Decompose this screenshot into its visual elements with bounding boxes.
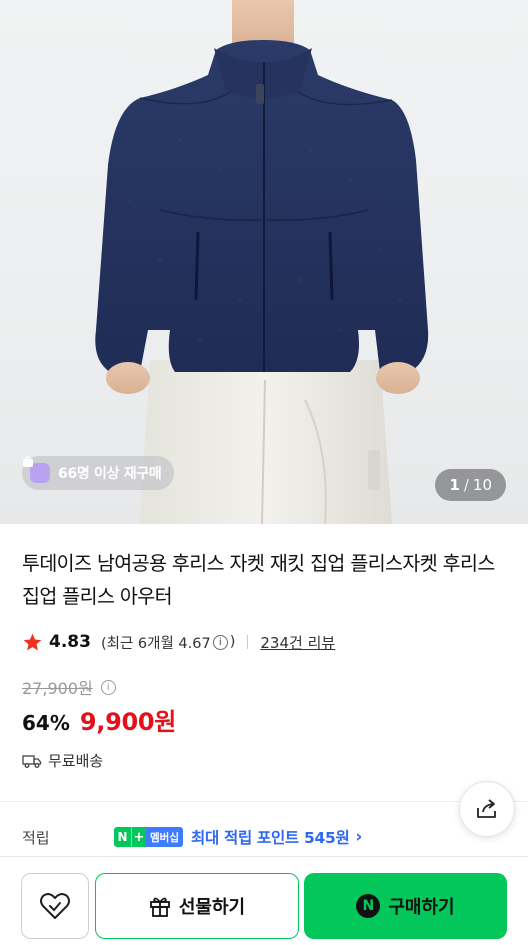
recent-rating[interactable]: (최근 6개월 4.67 i ) xyxy=(101,632,235,653)
rating-row: 4.83 (최근 6개월 4.67 i ) 234건 리뷰 xyxy=(22,629,335,655)
sale-price: 9,900원 xyxy=(79,708,177,736)
recent-rating-text: (최근 6개월 4.67 xyxy=(100,635,211,652)
buy-button-label: 구매하기 xyxy=(388,897,455,918)
rebuy-badge-text: 66명 이상 재구매 xyxy=(58,466,162,482)
price-info-icon[interactable]: i xyxy=(100,679,116,695)
share-icon xyxy=(477,799,496,818)
image-counter: 1 / 10 xyxy=(435,469,506,501)
purchase-bag-icon xyxy=(23,456,50,483)
buy-button[interactable]: N 구매하기 xyxy=(304,873,507,939)
product-image[interactable]: 66명 이상 재구매 1 / 10 xyxy=(0,0,528,524)
points-row[interactable]: 적립 N + 멤버십 최대 적립 포인트 545원 › xyxy=(22,826,502,848)
section-divider xyxy=(0,801,528,802)
membership-n: N xyxy=(114,827,131,847)
shipping-row: 무료배송 xyxy=(22,750,103,771)
gift-icon xyxy=(149,897,170,917)
image-counter-current: 1 xyxy=(449,476,460,494)
heart-icon xyxy=(40,893,70,919)
info-icon[interactable]: i xyxy=(212,634,228,650)
membership-plus: + xyxy=(131,827,146,847)
bottom-action-bar: 선물하기 N 구매하기 xyxy=(0,856,528,945)
points-label: 적립 xyxy=(22,828,50,847)
recent-rating-close: ) xyxy=(229,634,236,650)
shipping-text: 무료배송 xyxy=(48,752,104,770)
product-title: 투데이즈 남여공용 후리스 자켓 재킷 집업 플리스자켓 후리스집업 플리스 아… xyxy=(22,552,495,608)
rating-value: 4.83 xyxy=(49,632,91,652)
original-price: 27,900원 xyxy=(22,679,93,698)
discount-rate: 64% xyxy=(22,711,70,735)
price-row: 64% 9,900원 xyxy=(22,702,176,737)
image-counter-total: 10 xyxy=(472,476,492,494)
membership-badge: N + 멤버십 xyxy=(114,827,183,847)
gift-button-label: 선물하기 xyxy=(178,897,246,918)
wishlist-button[interactable] xyxy=(21,873,89,939)
gift-button[interactable]: 선물하기 xyxy=(95,873,299,939)
divider xyxy=(247,635,249,649)
max-points-text: 최대 적립 포인트 545원 xyxy=(190,829,350,847)
naver-n-icon: N xyxy=(356,894,381,918)
truck-icon xyxy=(22,754,42,768)
review-count-link[interactable]: 234건 리뷰 xyxy=(260,632,335,653)
image-counter-separator: / xyxy=(463,476,469,494)
chevron-right-icon: › xyxy=(355,827,363,847)
membership-text: 멤버십 xyxy=(146,827,183,847)
product-photo xyxy=(95,0,429,524)
original-price-row: 27,900원 i xyxy=(22,675,118,699)
star-icon xyxy=(23,633,42,650)
rebuy-badge: 66명 이상 재구매 xyxy=(22,456,174,490)
